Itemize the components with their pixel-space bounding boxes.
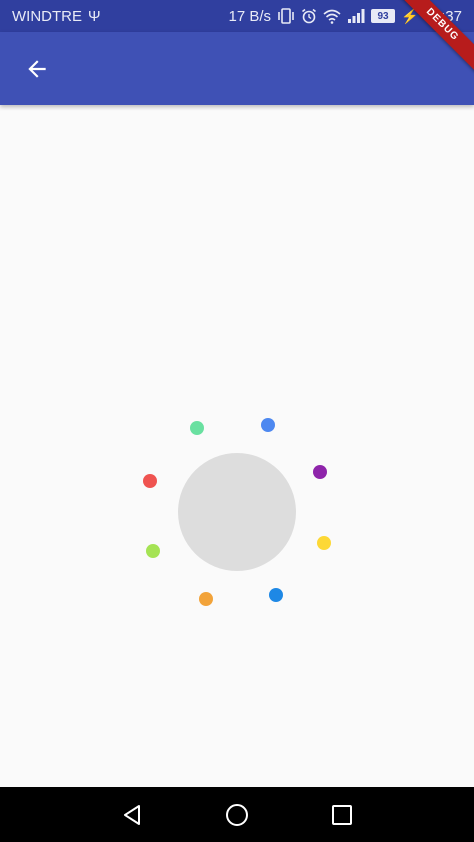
wifi-icon [323, 9, 341, 24]
network-speed: 17 B/s [228, 7, 272, 25]
nav-home-button[interactable] [217, 795, 257, 835]
usb-icon: Ψ [88, 7, 101, 25]
clock-time: 12:37 [424, 7, 462, 25]
recents-square-icon [331, 804, 352, 825]
vibrate-icon [278, 8, 294, 24]
orbit-dot-6 [146, 544, 160, 558]
nav-recents-button[interactable] [322, 795, 362, 835]
orbit-dot-5 [199, 592, 213, 606]
carrier-name: WINDTRE [12, 7, 82, 25]
orbit-dot-3 [317, 536, 331, 550]
orbit-dot-4 [269, 588, 283, 602]
main-content [0, 105, 474, 787]
orbit-dot-7 [143, 474, 157, 488]
orbit-dot-1 [261, 418, 275, 432]
navigation-bar [0, 787, 474, 842]
back-button[interactable] [22, 54, 52, 84]
home-circle-icon [225, 803, 248, 826]
status-bar: WINDTRE Ψ 17 B/s 93 ⚡ 12:37 [0, 0, 474, 32]
signal-icon [348, 9, 365, 23]
orbit-dot-2 [313, 465, 327, 479]
alarm-icon [302, 8, 317, 24]
battery-level: 93 [371, 9, 396, 23]
center-circle [178, 453, 296, 571]
orbit-dot-8 [190, 421, 204, 435]
back-triangle-icon [124, 804, 141, 825]
arrow-left-icon [28, 60, 46, 78]
app-bar [0, 32, 474, 105]
nav-back-button[interactable] [112, 795, 152, 835]
charging-icon: ⚡ [401, 7, 419, 24]
